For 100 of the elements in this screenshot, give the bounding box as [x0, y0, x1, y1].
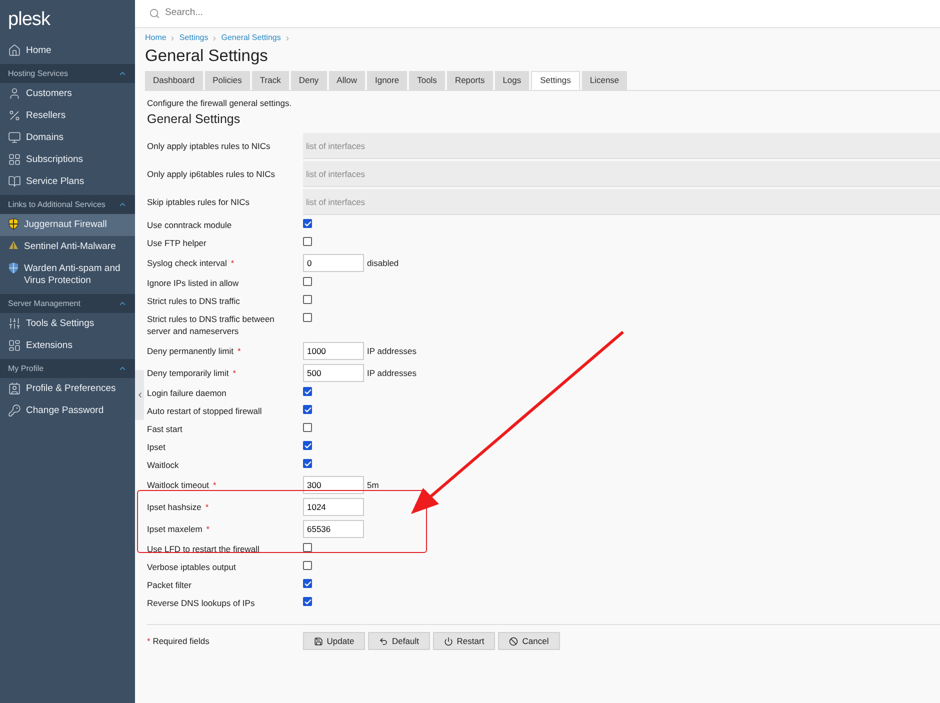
field-label: Ipset	[147, 442, 166, 452]
check-icon	[304, 406, 312, 414]
breadcrumb-link[interactable]: Settings	[179, 32, 208, 44]
sidebar-item[interactable]: Sentinel Anti-Malware	[0, 236, 135, 258]
tab[interactable]: Allow	[328, 71, 365, 90]
checkbox[interactable]	[303, 423, 312, 432]
profile-card-icon	[8, 382, 21, 395]
checkbox[interactable]	[303, 543, 312, 552]
number-field[interactable]: 1024	[303, 498, 364, 516]
tab[interactable]: Reports	[446, 71, 493, 90]
number-field[interactable]: 1000	[303, 342, 364, 360]
field-label: Ipset maxelem *	[147, 524, 210, 534]
tab[interactable]: Dashboard	[145, 71, 203, 90]
number-field[interactable]: 0	[303, 254, 364, 272]
chevron-right-icon	[169, 34, 176, 42]
power-icon	[444, 636, 453, 646]
check-icon	[304, 598, 312, 606]
percent-icon	[8, 109, 21, 122]
checkbox[interactable]	[303, 441, 312, 450]
check-icon	[304, 580, 312, 588]
interfaces-field[interactable]: list of interfaces	[303, 133, 940, 159]
checkbox[interactable]	[303, 459, 312, 468]
number-field[interactable]: 65536	[303, 520, 364, 538]
checkbox[interactable]	[303, 313, 312, 322]
checkbox[interactable]	[303, 405, 312, 414]
interfaces-field[interactable]: list of interfaces	[303, 161, 940, 187]
field-label: Verbose iptables output	[147, 562, 236, 572]
field-label: Ipset hashsize *	[147, 502, 209, 512]
tab[interactable]: Policies	[204, 71, 250, 90]
checkbox[interactable]	[303, 561, 312, 570]
description: Configure the firewall general settings.	[147, 98, 293, 109]
breadcrumb-link[interactable]: General Settings	[221, 32, 281, 44]
sidebar-item[interactable]: Subscriptions	[0, 149, 135, 171]
tab[interactable]: Ignore	[366, 71, 408, 90]
tab[interactable]: Logs	[494, 71, 530, 90]
check-icon	[304, 220, 312, 228]
collapse-handle[interactable]	[135, 370, 144, 420]
checkbox[interactable]	[303, 295, 312, 304]
monitor-icon	[8, 131, 21, 144]
tab[interactable]: License	[582, 71, 628, 90]
checkbox[interactable]	[303, 277, 312, 286]
field-label: Use conntrack module	[147, 220, 232, 230]
logo: plesk	[8, 8, 50, 32]
shield-icon	[8, 262, 19, 274]
blocks-icon	[8, 339, 21, 352]
sidebar-group-header[interactable]: My Profile	[0, 359, 135, 378]
unit-label: 5m	[367, 478, 379, 492]
triangle-icon	[8, 240, 19, 250]
tab[interactable]: Tools	[409, 71, 445, 90]
breadcrumb-link[interactable]: Home	[145, 32, 166, 44]
sidebar-item[interactable]: Home	[0, 40, 135, 62]
sidebar-item[interactable]: Juggernaut Firewall	[0, 214, 135, 236]
chevron-right-icon	[211, 34, 218, 42]
tab[interactable]: Settings	[531, 71, 580, 90]
field-label: Use FTP helper	[147, 238, 206, 248]
sidebar-group-header[interactable]: Links to Additional Services	[0, 195, 135, 214]
cancel-icon	[509, 636, 518, 646]
checkbox[interactable]	[303, 597, 312, 606]
field-label: Skip iptables rules for NICs	[147, 197, 250, 207]
checkbox[interactable]	[303, 579, 312, 588]
field-label: Ignore IPs listed in allow	[147, 278, 239, 288]
search-field[interactable]: Search...	[165, 6, 465, 21]
undo-icon	[379, 636, 388, 646]
sidebar-item[interactable]: Domains	[0, 127, 135, 149]
sidebar-item[interactable]: Profile & Preferences	[0, 378, 135, 400]
form-button[interactable]: Update	[303, 632, 365, 650]
required-note: Required fields	[152, 636, 210, 646]
sidebar-item[interactable]: Tools & Settings	[0, 313, 135, 335]
number-field[interactable]: 300	[303, 476, 364, 494]
check-icon	[304, 460, 312, 468]
shield-icon	[8, 218, 19, 230]
sidebar-group-header[interactable]: Server Management	[0, 294, 135, 313]
home-icon	[8, 44, 21, 57]
sidebar-item[interactable]: Warden Anti-spam and Virus Protection	[0, 258, 135, 292]
user-icon	[8, 87, 21, 100]
sliders-icon	[8, 317, 21, 330]
field-label: Use LFD to restart the firewall	[147, 544, 260, 554]
save-icon	[314, 636, 323, 646]
sidebar-item[interactable]: Resellers	[0, 105, 135, 127]
field-label: Syslog check interval *	[147, 258, 234, 268]
number-field[interactable]: 500	[303, 364, 364, 382]
field-label: Fast start	[147, 424, 182, 434]
tab[interactable]: Deny	[290, 71, 327, 90]
form-button[interactable]: Default	[368, 632, 430, 650]
sidebar-item[interactable]: Customers	[0, 83, 135, 105]
field-label: Reverse DNS lookups of IPs	[147, 598, 255, 608]
checkbox[interactable]	[303, 387, 312, 396]
tab[interactable]: Track	[252, 71, 289, 90]
interfaces-field[interactable]: list of interfaces	[303, 189, 940, 215]
form-button[interactable]: Cancel	[498, 632, 560, 650]
sidebar-item[interactable]: Extensions	[0, 335, 135, 357]
key-icon	[8, 404, 21, 417]
sidebar-item[interactable]: Change Password	[0, 400, 135, 422]
field-label: Waitlock	[147, 460, 179, 470]
checkbox[interactable]	[303, 237, 312, 246]
check-icon	[304, 388, 312, 396]
sidebar-group-header[interactable]: Hosting Services	[0, 64, 135, 83]
sidebar-item[interactable]: Service Plans	[0, 171, 135, 193]
checkbox[interactable]	[303, 219, 312, 228]
form-button[interactable]: Restart	[433, 632, 495, 650]
